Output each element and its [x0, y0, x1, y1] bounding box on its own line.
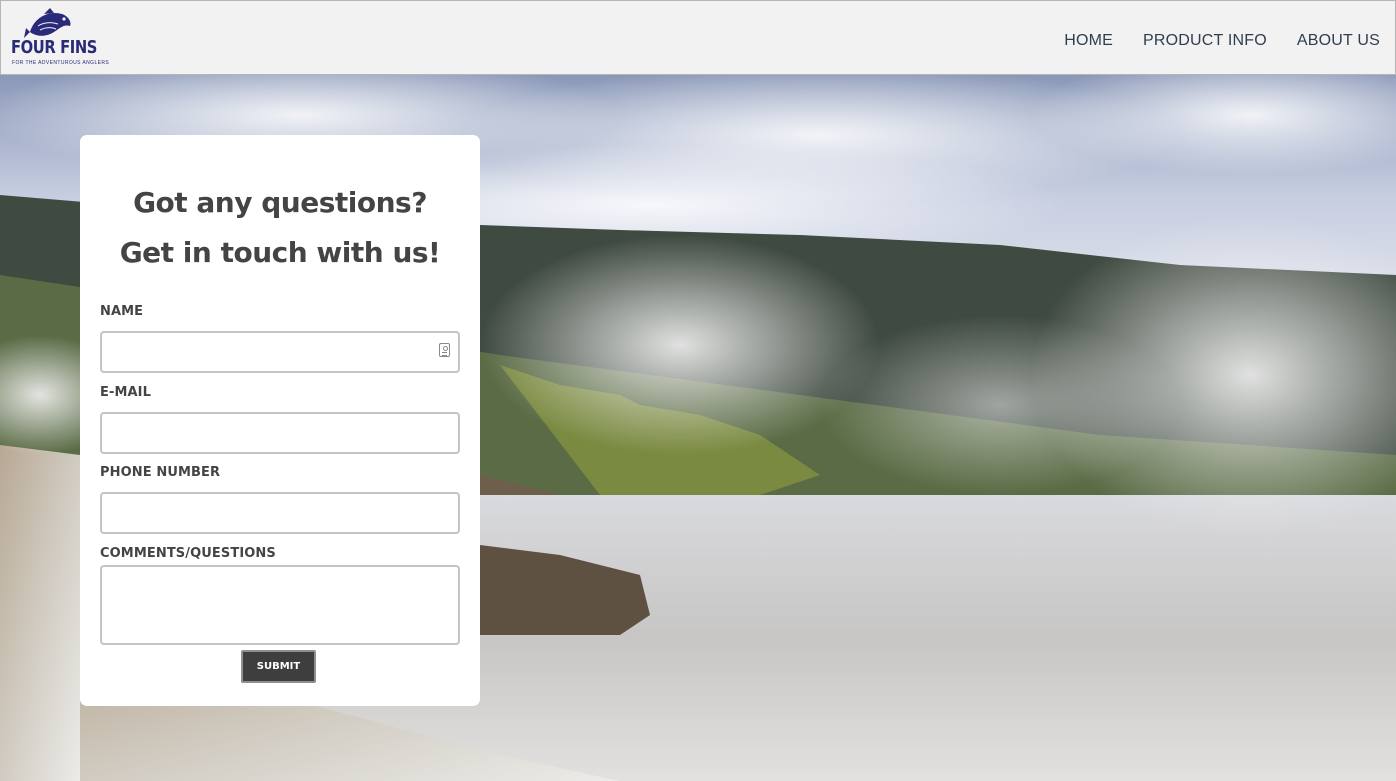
nav-about-us-link[interactable]: ABOUT US	[1297, 32, 1380, 50]
submit-button[interactable]: SUBMIT	[241, 650, 316, 683]
name-field-wrap	[80, 331, 480, 373]
phone-label: PHONE NUMBER	[100, 465, 221, 480]
nav-home-link[interactable]: HOME	[1064, 32, 1113, 50]
comments-label: COMMENTS/QUESTIONS	[100, 546, 276, 561]
main-nav: HOME PRODUCT INFO ABOUT US	[1034, 32, 1380, 50]
form-heading-line1: Got any questions?	[133, 186, 427, 219]
comments-textarea[interactable]	[100, 565, 460, 645]
site-header: FOUR FINS FOR THE ADVENTUROUS ANGLERS HO…	[0, 0, 1396, 75]
form-heading-line2: Get in touch with us!	[119, 236, 441, 269]
brand-name: FOUR FINS	[11, 37, 97, 58]
contact-form-card: Got any questions? Get in touch with us!…	[80, 135, 480, 706]
brand-logo[interactable]: FOUR FINS FOR THE ADVENTUROUS ANGLERS	[10, 8, 109, 68]
email-label: E-MAIL	[100, 385, 151, 400]
fish-icon	[24, 8, 71, 38]
name-input[interactable]	[100, 331, 460, 373]
name-label: NAME	[100, 304, 144, 319]
nav-product-info-link[interactable]: PRODUCT INFO	[1143, 32, 1267, 50]
phone-input[interactable]	[100, 492, 460, 534]
email-input[interactable]	[100, 412, 460, 454]
brand-tagline: FOR THE ADVENTUROUS ANGLERS	[12, 60, 110, 66]
contact-card-icon[interactable]	[439, 343, 450, 357]
